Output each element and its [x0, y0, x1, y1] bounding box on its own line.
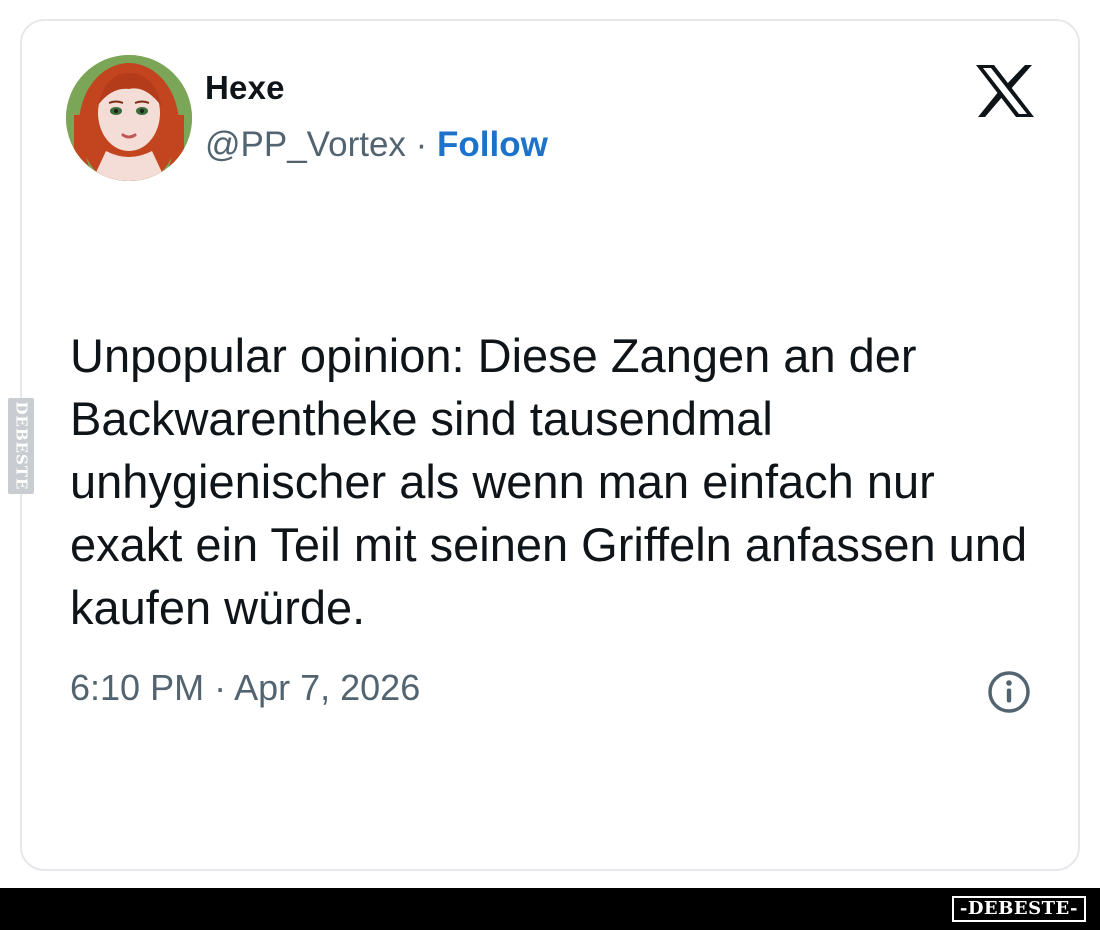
x-logo-icon[interactable] — [974, 63, 1036, 119]
tweet-card: Hexe @PP_Vortex · Follow Unpopular opini… — [20, 19, 1080, 871]
bottom-bar: -DEBESTE- — [0, 888, 1100, 930]
avatar-image — [66, 55, 192, 181]
handle-separator: · — [405, 125, 438, 164]
side-watermark: DEBESTE — [8, 398, 34, 494]
screenshot-page: Hexe @PP_Vortex · Follow Unpopular opini… — [0, 0, 1100, 930]
side-watermark-text: DEBESTE — [12, 401, 31, 491]
user-handle[interactable]: @PP_Vortex — [205, 125, 406, 164]
brand-watermark: -DEBESTE- — [951, 896, 1086, 922]
display-name[interactable]: Hexe — [205, 69, 285, 107]
tweet-timestamp[interactable]: 6:10 PM · Apr 7, 2026 — [70, 667, 420, 709]
follow-link[interactable]: Follow — [437, 125, 548, 164]
tweet-text: Unpopular opinion: Diese Zangen an der B… — [70, 329, 1028, 634]
info-icon[interactable] — [986, 669, 1032, 715]
avatar[interactable] — [66, 55, 192, 181]
handle-row: @PP_Vortex · Follow — [205, 125, 548, 165]
